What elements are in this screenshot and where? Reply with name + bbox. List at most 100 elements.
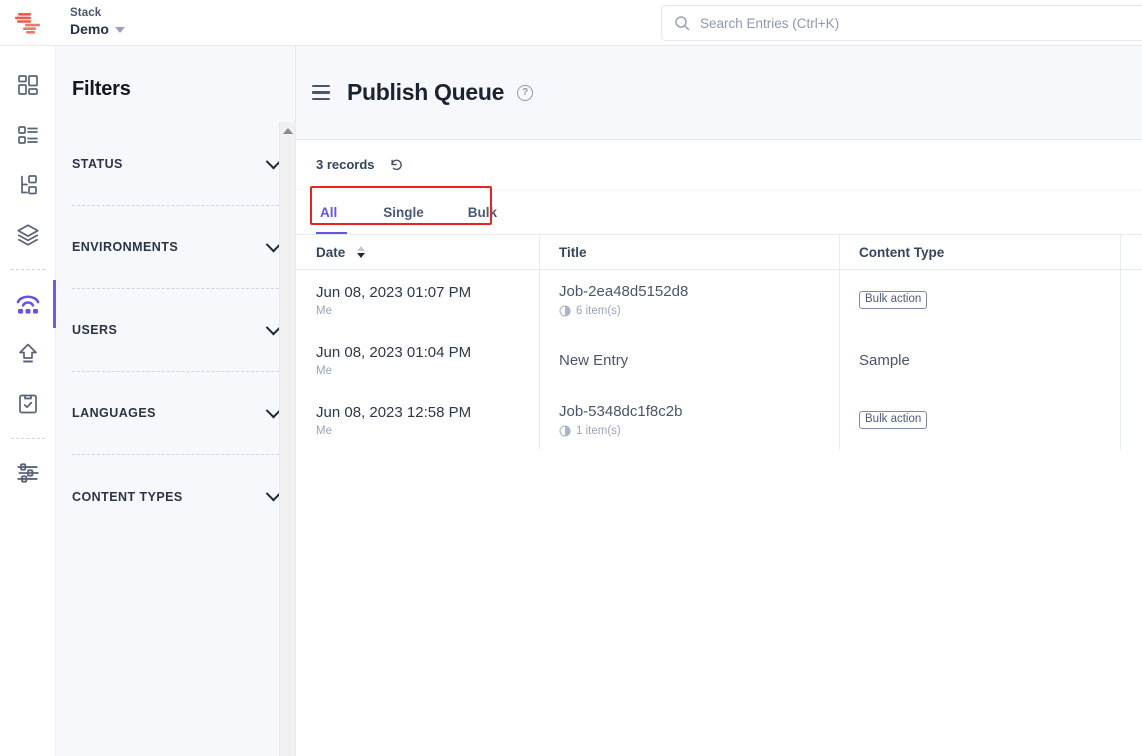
cell-title: Job-5348dc1f8c2b 1 item(s) xyxy=(539,390,839,450)
table-header-row: Date Title Content Type xyxy=(296,234,1142,270)
row-user: Me xyxy=(316,424,332,437)
column-header-label: Date xyxy=(316,244,346,260)
row-title[interactable]: New Entry xyxy=(559,352,839,369)
sort-asc-arrow-icon xyxy=(357,246,366,251)
stack-name: Demo xyxy=(70,21,109,38)
logo-svg xyxy=(15,12,40,34)
row-date: Jun 08, 2023 01:04 PM xyxy=(316,343,472,361)
sidebar-item-content-models[interactable] xyxy=(0,160,56,210)
dashboard-grid-icon xyxy=(17,75,38,95)
cell-content-type: Sample xyxy=(839,330,1122,390)
sort-desc-arrow-icon xyxy=(357,253,366,258)
column-divider-3 xyxy=(1120,234,1121,450)
cell-content-type: Bulk action xyxy=(839,390,1122,450)
sidebar-item-settings[interactable] xyxy=(0,448,56,498)
content-list-icon xyxy=(17,126,38,144)
filter-group-label: USERS xyxy=(72,323,118,337)
cell-date: Jun 08, 2023 01:04 PM Me xyxy=(296,330,539,390)
tab-single[interactable]: Single xyxy=(361,190,446,234)
cell-date: Jun 08, 2023 01:07 PM Me xyxy=(296,270,539,330)
audit-clipboard-check-icon xyxy=(18,394,37,414)
half-circle-icon xyxy=(559,305,571,317)
filter-group-label: CONTENT TYPES xyxy=(72,489,183,504)
search-icon xyxy=(675,16,690,31)
records-count: 3 records xyxy=(316,157,375,172)
refresh-rotate-icon[interactable] xyxy=(389,157,405,173)
hamburger-menu-icon[interactable] xyxy=(312,84,330,101)
app-root: Stack Demo Search Entries (Ctrl+K) Filte… xyxy=(0,0,1142,756)
left-nav-rail xyxy=(0,46,56,756)
row-content-type: Sample xyxy=(859,351,910,369)
table-row[interactable]: Jun 08, 2023 12:58 PM Me Job-5348dc1f8c2… xyxy=(296,390,1142,450)
rail-divider xyxy=(10,269,45,270)
publish-queue-broadcast-icon xyxy=(16,295,39,314)
row-items-label: 6 item(s) xyxy=(576,305,621,317)
assets-layers-icon xyxy=(16,224,39,246)
records-bar: 3 records xyxy=(296,140,1142,190)
cell-content-type: Bulk action xyxy=(839,270,1122,330)
column-header-label: Content Type xyxy=(859,244,945,260)
main-content: Publish Queue ? 3 records All Single Bul… xyxy=(296,46,1142,756)
column-divider-1 xyxy=(539,234,540,450)
page-header: Publish Queue ? xyxy=(296,46,1142,140)
filter-group-languages[interactable]: LANGUAGES xyxy=(72,372,282,455)
row-date: Jun 08, 2023 01:07 PM xyxy=(316,283,472,301)
row-items: 6 item(s) xyxy=(559,305,839,317)
sidebar-item-audit-log[interactable] xyxy=(0,379,56,429)
column-header-label: Title xyxy=(559,244,587,260)
status-badge: Bulk action xyxy=(859,291,928,309)
filter-group-status[interactable]: STATUS xyxy=(72,123,282,206)
filter-group-content-types[interactable]: CONTENT TYPES xyxy=(72,455,282,538)
tab-bulk[interactable]: Bulk xyxy=(446,190,519,234)
row-user: Me xyxy=(316,364,332,377)
filters-scrollbar[interactable] xyxy=(279,122,295,756)
scroll-up-arrow-icon[interactable] xyxy=(283,128,293,134)
row-title[interactable]: Job-5348dc1f8c2b xyxy=(559,403,839,420)
rail-divider-2 xyxy=(10,438,45,439)
help-question-icon[interactable]: ? xyxy=(517,84,534,101)
row-date: Jun 08, 2023 12:58 PM xyxy=(316,403,472,421)
column-header-title[interactable]: Title xyxy=(539,234,839,270)
top-bar: Stack Demo Search Entries (Ctrl+K) xyxy=(0,0,1142,46)
half-circle-icon xyxy=(559,425,571,437)
stack-switcher[interactable]: Stack Demo xyxy=(70,7,125,37)
release-upload-icon xyxy=(18,343,37,363)
table-row[interactable]: Jun 08, 2023 01:04 PM Me New Entry Sampl… xyxy=(296,330,1142,390)
table-row[interactable]: Jun 08, 2023 01:07 PM Me Job-2ea48d5152d… xyxy=(296,270,1142,330)
column-header-date[interactable]: Date xyxy=(296,234,539,270)
row-items-label: 1 item(s) xyxy=(576,425,621,437)
tabs-container: All Single Bulk xyxy=(296,186,1142,234)
settings-sliders-icon xyxy=(16,463,39,483)
search-input[interactable]: Search Entries (Ctrl+K) xyxy=(661,5,1142,41)
publish-queue-table: Date Title Content Type Jun 08, 2023 01:… xyxy=(296,234,1142,450)
sidebar-item-releases[interactable] xyxy=(0,329,56,379)
sidebar-item-dashboard[interactable] xyxy=(0,60,56,110)
filter-group-users[interactable]: USERS xyxy=(72,289,282,372)
row-items: 1 item(s) xyxy=(559,425,839,437)
contentstack-logo-icon[interactable] xyxy=(0,0,56,46)
filter-group-label: ENVIRONMENTS xyxy=(72,240,179,254)
sort-arrows-icon[interactable] xyxy=(357,246,366,258)
tabs: All Single Bulk xyxy=(316,190,1142,234)
tab-all[interactable]: All xyxy=(316,190,361,234)
content-model-tree-icon xyxy=(20,175,37,195)
cell-title: Job-2ea48d5152d8 6 item(s) xyxy=(539,270,839,330)
row-user: Me xyxy=(316,304,332,317)
column-header-content-type[interactable]: Content Type xyxy=(839,234,1122,270)
search-placeholder: Search Entries (Ctrl+K) xyxy=(700,15,840,31)
stack-label: Stack xyxy=(70,7,102,20)
sidebar-item-assets[interactable] xyxy=(0,210,56,260)
cell-title: New Entry xyxy=(539,330,839,390)
cell-date: Jun 08, 2023 12:58 PM Me xyxy=(296,390,539,450)
sidebar-item-entries[interactable] xyxy=(0,110,56,160)
filter-group-label: LANGUAGES xyxy=(72,406,156,420)
filter-group-environments[interactable]: ENVIRONMENTS xyxy=(72,206,282,289)
column-divider-2 xyxy=(839,234,840,450)
filters-title: Filters xyxy=(72,78,131,100)
status-badge: Bulk action xyxy=(859,411,928,429)
row-title[interactable]: Job-2ea48d5152d8 xyxy=(559,283,839,300)
filters-panel: Filters STATUS ENVIRONMENTS USERS LANGUA… xyxy=(56,46,296,756)
sidebar-item-publish-queue[interactable] xyxy=(0,279,56,329)
filter-group-label: STATUS xyxy=(72,157,123,171)
caret-down-icon[interactable] xyxy=(114,26,125,33)
